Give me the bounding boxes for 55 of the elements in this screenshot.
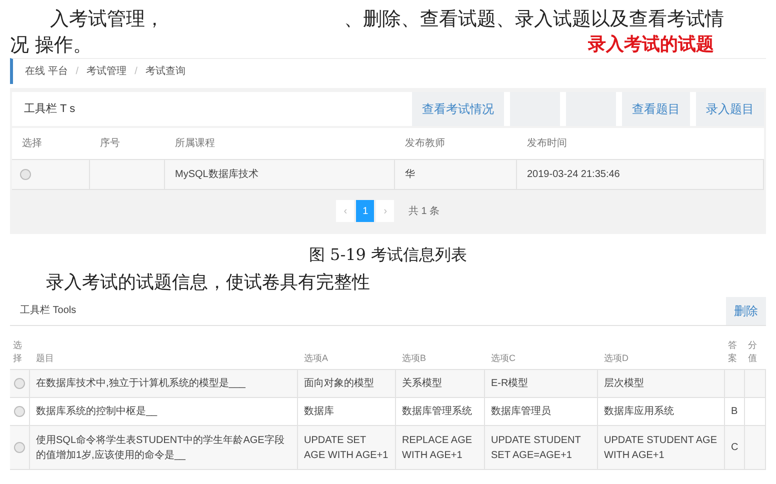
table-cell-text: REPLACE AGE WITH AGE+1 xyxy=(402,434,474,462)
column-header: 题目 xyxy=(35,352,55,365)
separator-text: / xyxy=(76,65,79,79)
column-header: 所属课程 xyxy=(174,136,216,151)
table-cell-text: 面向对象的模型 xyxy=(304,376,374,391)
table-cell-text: 使用SQL命令将学生表STUDENT中的学生年龄AGE字段的值增加1岁,应该使用的命令是__ xyxy=(36,434,286,462)
breadcrumb-link[interactable]: 考试管理 xyxy=(86,64,127,79)
column-header: 序号 xyxy=(99,136,121,151)
table-cell-text: 华 xyxy=(405,168,415,182)
table-cell-text: UPDATE STUDENT AGE WITH AGE+1 xyxy=(604,434,718,462)
column-header: 选择 xyxy=(21,136,43,151)
column-header: 发布教师 xyxy=(404,137,446,151)
table-cell-text: B xyxy=(731,405,738,419)
table-cell-text: 层次模型 xyxy=(604,376,644,391)
column-header: 分值 xyxy=(747,339,758,365)
table-row[interactable]: 数据库系统的控制中枢是__ 数据库 数据库管理系统 数据库管理员 数据库应用系统 B xyxy=(10,398,766,426)
column-header: 选项B xyxy=(401,352,428,365)
total-count: 共 1 条 xyxy=(408,204,440,218)
radio-button[interactable] xyxy=(14,442,25,453)
annotation-text: 录入考试的试题 xyxy=(588,33,714,57)
radio-button[interactable] xyxy=(14,406,25,417)
breadcrumb-link[interactable]: 考试查询 xyxy=(145,64,186,79)
paragraph-text: 、删除、查看试题、录入试题以及查看考试情 xyxy=(344,7,724,32)
paragraph-text: 入考试管理， xyxy=(50,7,164,32)
table-cell-text: 数据库管理系统 xyxy=(402,404,472,419)
table-row[interactable]: 在数据库技术中,独立于计算机系统的模型是___ 面向对象的模型 关系模型 E-R模型 层次模型 xyxy=(10,370,766,398)
table-cell-text: UPDATE STUDENT SET AGE=AGE+1 xyxy=(491,434,582,462)
table-cell-text: 在数据库技术中,独立于计算机系统的模型是___ xyxy=(36,376,246,391)
column-header: 选项A xyxy=(303,352,330,365)
table-cell-text: 2019-03-24 21:35:46 xyxy=(527,168,620,182)
column-header: 选项C xyxy=(490,352,516,365)
figure-caption: 图 5-19 考试信息列表 xyxy=(308,244,468,266)
table-cell-text: 数据库 xyxy=(304,404,334,419)
column-header: 发布时间 xyxy=(526,136,568,151)
column-header: 选项D xyxy=(603,352,630,365)
paragraph-text: 录入考试的试题信息，使试卷具有完整性 xyxy=(46,270,370,294)
breadcrumb-link[interactable]: 在线 平台 xyxy=(25,64,68,79)
table-cell-text: C xyxy=(731,441,738,455)
table-cell-text: 数据库应用系统 xyxy=(604,404,674,419)
table-cell-text: 数据库系统的控制中枢是__ xyxy=(36,404,158,419)
column-header: 选择 xyxy=(12,339,23,365)
table-cell-text: UPDATE SET AGE WITH AGE+1 xyxy=(304,434,389,462)
separator-text: / xyxy=(134,65,138,79)
radio-button[interactable] xyxy=(14,378,25,389)
paragraph-text: 况 操作。 xyxy=(10,33,92,58)
column-header: 答案 xyxy=(727,339,738,365)
table-cell-text: MySQL数据库技术 xyxy=(175,168,258,182)
table-row[interactable]: 使用SQL命令将学生表STUDENT中的学生年龄AGE字段的值增加1岁,应该使用的命令是__ UPDATE SET AGE WITH AGE+1 REPLACE AGE WITH AGE+1 UPDATE STUDENT SET AGE=AGE+1 UPDATE STUDENT AGE WITH AGE+1 C xyxy=(10,426,766,470)
toolbar-label: 工具栏 T s xyxy=(23,102,76,117)
radio-button[interactable] xyxy=(20,169,31,180)
table-cell-text: 数据库管理员 xyxy=(491,404,551,419)
toolbar-label: 工具栏 Tools xyxy=(19,304,78,318)
table-cell-text: E-R模型 xyxy=(491,376,528,391)
table-row[interactable]: MySQL数据库技术 华 2019-03-24 21:35:46 xyxy=(12,160,764,190)
table-cell-text: 关系模型 xyxy=(402,376,442,391)
